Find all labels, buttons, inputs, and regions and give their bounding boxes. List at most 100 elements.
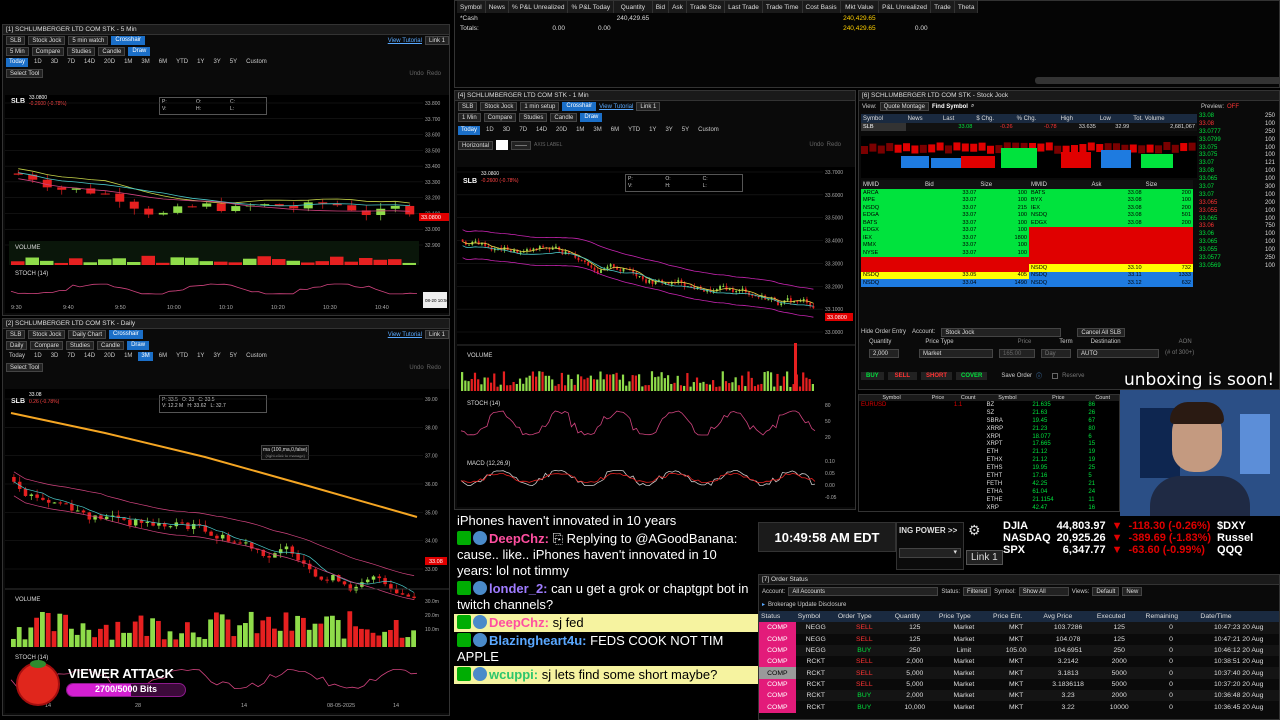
level2-row[interactable]: EDGX 33.07 100 — [861, 226, 1029, 234]
level2-row[interactable]: NSDQ 33.11 1333 — [1029, 271, 1193, 279]
level2-row[interactable]: EDGA 33.07 100 — [861, 211, 1029, 219]
chart-5min-area[interactable]: SLB 33.0800 -0.2600 (-0.78%) P: O: C: V: H:… — [5, 95, 449, 313]
watch-row[interactable]: SBRA 19.45 67 — [859, 417, 1119, 425]
symbol-filter-dropdown[interactable]: Show All — [1018, 587, 1069, 596]
order-row[interactable]: COMP RCKT BUY 2,000 Market MKT 3.23 2000 0 10:36:… — [759, 690, 1279, 702]
timeframe-button[interactable]: 5Y — [227, 58, 240, 67]
level2-row[interactable]: NSDQ 33.08 501 — [1029, 211, 1193, 219]
timeframe-button[interactable]: Today — [6, 352, 28, 361]
chat-username[interactable]: Blazingheart4u: — [489, 633, 587, 648]
order-row[interactable]: COMP RCKT SELL 5,000 Market MKT 3.1836118 5000 0… — [759, 678, 1279, 691]
setup-dropdown[interactable]: Stock Jock — [480, 102, 518, 111]
timeframe-button[interactable]: Today — [458, 125, 481, 135]
buying-power-label[interactable]: ING POWER >> — [897, 523, 963, 538]
draw-button[interactable]: Draw — [127, 341, 150, 350]
timeframe-button[interactable]: 5Y — [679, 126, 692, 135]
level2-row[interactable] — [1029, 234, 1193, 242]
symbol-input[interactable]: SLB — [458, 102, 478, 111]
order-header[interactable]: Remaining — [1143, 611, 1199, 623]
column-header[interactable]: Trade Size — [686, 1, 726, 13]
column-header[interactable]: Trade Time — [762, 1, 803, 13]
chart-type-dropdown[interactable]: Candle — [550, 113, 578, 122]
chat-username[interactable]: DeepChz: — [489, 531, 549, 546]
timeframe-button[interactable]: 20D — [101, 58, 118, 67]
watch-row[interactable]: ETHX 21.12 19 — [859, 456, 1119, 464]
brokerage-disclosure-link[interactable]: Brokerage Update Disclosure — [768, 602, 846, 608]
studies-dropdown[interactable]: Studies — [66, 341, 95, 350]
timeframe-button[interactable]: Custom — [695, 126, 722, 135]
level2-row[interactable]: IEX 33.08 200 — [1029, 204, 1193, 212]
column-header[interactable]: Quantity — [613, 1, 653, 13]
timeframe-button[interactable]: 7D — [516, 126, 530, 135]
quantity-input[interactable]: 2,000 — [869, 348, 899, 358]
level2-row[interactable] — [1029, 226, 1193, 234]
level2-row[interactable] — [1029, 249, 1193, 257]
column-header[interactable]: Ask — [668, 1, 687, 13]
timeframe-button[interactable]: 3D — [48, 352, 62, 361]
watch-row[interactable]: XRPI 18.077 6 — [859, 433, 1119, 441]
timeframe-button[interactable]: 3M — [590, 126, 604, 135]
order-header[interactable]: Executed — [1094, 611, 1144, 623]
link-dropdown[interactable]: Link 1 — [424, 330, 449, 339]
hide-order-entry[interactable]: Hide Order Entry — [861, 329, 906, 335]
timeframe-button[interactable]: 1M — [121, 352, 135, 361]
view-tutorial-link[interactable]: View Tutorial — [388, 38, 422, 44]
symbol-input[interactable]: SLB — [6, 330, 26, 339]
compare-dropdown[interactable]: Compare — [31, 47, 65, 56]
bar-interval-dropdown[interactable]: 1 Min — [458, 113, 481, 122]
timeframe-button[interactable]: 1D — [31, 58, 45, 67]
order-row[interactable]: COMP NEGG BUY 250 Limit 105.00 104.6951 250 0 10:… — [759, 644, 1279, 657]
term-dropdown[interactable]: Day — [1041, 348, 1071, 358]
level2-row[interactable] — [861, 264, 1029, 272]
link-button[interactable]: Link 1 — [966, 550, 1003, 565]
interval-dropdown[interactable]: Daily Chart — [68, 330, 107, 339]
timeframe-button[interactable]: 7D — [64, 352, 78, 361]
timeframe-button[interactable]: 14D — [533, 126, 550, 135]
level2-row[interactable]: BATS 33.08 200 — [1029, 189, 1193, 197]
column-header[interactable]: Trade — [930, 1, 955, 13]
watch-row[interactable]: FETH 42.25 21 — [859, 480, 1119, 488]
symbol-input[interactable]: SLB — [6, 36, 26, 45]
select-tool-dropdown[interactable]: Select Tool — [6, 363, 44, 372]
setup-dropdown[interactable]: Stock Jock — [28, 36, 66, 45]
column-header[interactable]: Symbol — [457, 1, 486, 13]
timeframe-button[interactable]: 3D — [48, 58, 62, 67]
new-order-button[interactable]: New — [1122, 587, 1143, 596]
timeframe-button[interactable]: YTD — [625, 126, 643, 135]
watch-row[interactable]: EURUSD 1.1 BZ 21.635 86 — [859, 401, 1119, 409]
level2-row[interactable] — [1029, 256, 1193, 264]
order-row[interactable]: COMP RCKT BUY 10,000 Market MKT 3.22 10000 0 10:3… — [759, 701, 1279, 713]
timeframe-button[interactable]: 3D — [500, 126, 514, 135]
line-width-dropdown[interactable]: —— — [511, 140, 532, 150]
undo-button[interactable]: Undo — [809, 142, 823, 148]
timeframe-button[interactable]: YTD — [173, 352, 191, 361]
status-dropdown[interactable]: Filtered — [963, 587, 992, 596]
timeframe-button[interactable]: 1Y — [646, 126, 659, 135]
compare-dropdown[interactable]: Compare — [30, 341, 64, 350]
crosshair-button[interactable]: Crosshair — [111, 36, 146, 45]
reserve-checkbox[interactable] — [1052, 372, 1059, 379]
order-header[interactable]: Price Type — [936, 611, 991, 623]
quote-row[interactable]: SLB 33.08 -0.26 -0.78 33.635 32.99 2,681… — [861, 123, 1197, 131]
timeframe-button[interactable]: 20D — [101, 352, 118, 361]
column-header[interactable]: Cost Basis — [802, 1, 841, 13]
find-symbol-link[interactable]: Find Symbol — [932, 104, 968, 110]
timeframe-button[interactable]: 3M — [138, 58, 152, 67]
undo-button[interactable]: Undo — [409, 71, 423, 77]
timeframe-button[interactable]: 1Y — [194, 58, 207, 67]
timeframe-button[interactable]: 14D — [81, 352, 98, 361]
level2-row[interactable]: NSDQ 33.04 1490 — [861, 279, 1029, 287]
view-dropdown[interactable]: Quote Montage — [879, 102, 929, 111]
index-row[interactable]: NASDAQ 20,925.26 ▼ -389.69 (-1.83%) Russel — [1000, 532, 1256, 544]
level2-row[interactable]: NSDQ 33.10 732 — [1029, 264, 1193, 272]
compare-dropdown[interactable]: Compare — [483, 113, 517, 122]
column-header[interactable]: % P&L Unrealized — [508, 1, 569, 13]
sell-button[interactable]: SELL — [887, 371, 918, 380]
level2-row[interactable]: MMX 33.07 100 — [861, 241, 1029, 249]
buying-power-dropdown[interactable]: ▾ — [899, 548, 961, 558]
column-header[interactable]: P&L Unrealized — [878, 1, 932, 13]
level2-row[interactable]: MPE 33.07 100 — [861, 196, 1029, 204]
level2-row[interactable]: NYSE 33.07 100 — [861, 249, 1029, 257]
order-row[interactable]: COMP NEGG SELL 125 Market MKT 103.7286 125 0 10:4… — [759, 622, 1279, 634]
column-header[interactable]: Mkt Value — [840, 1, 880, 13]
